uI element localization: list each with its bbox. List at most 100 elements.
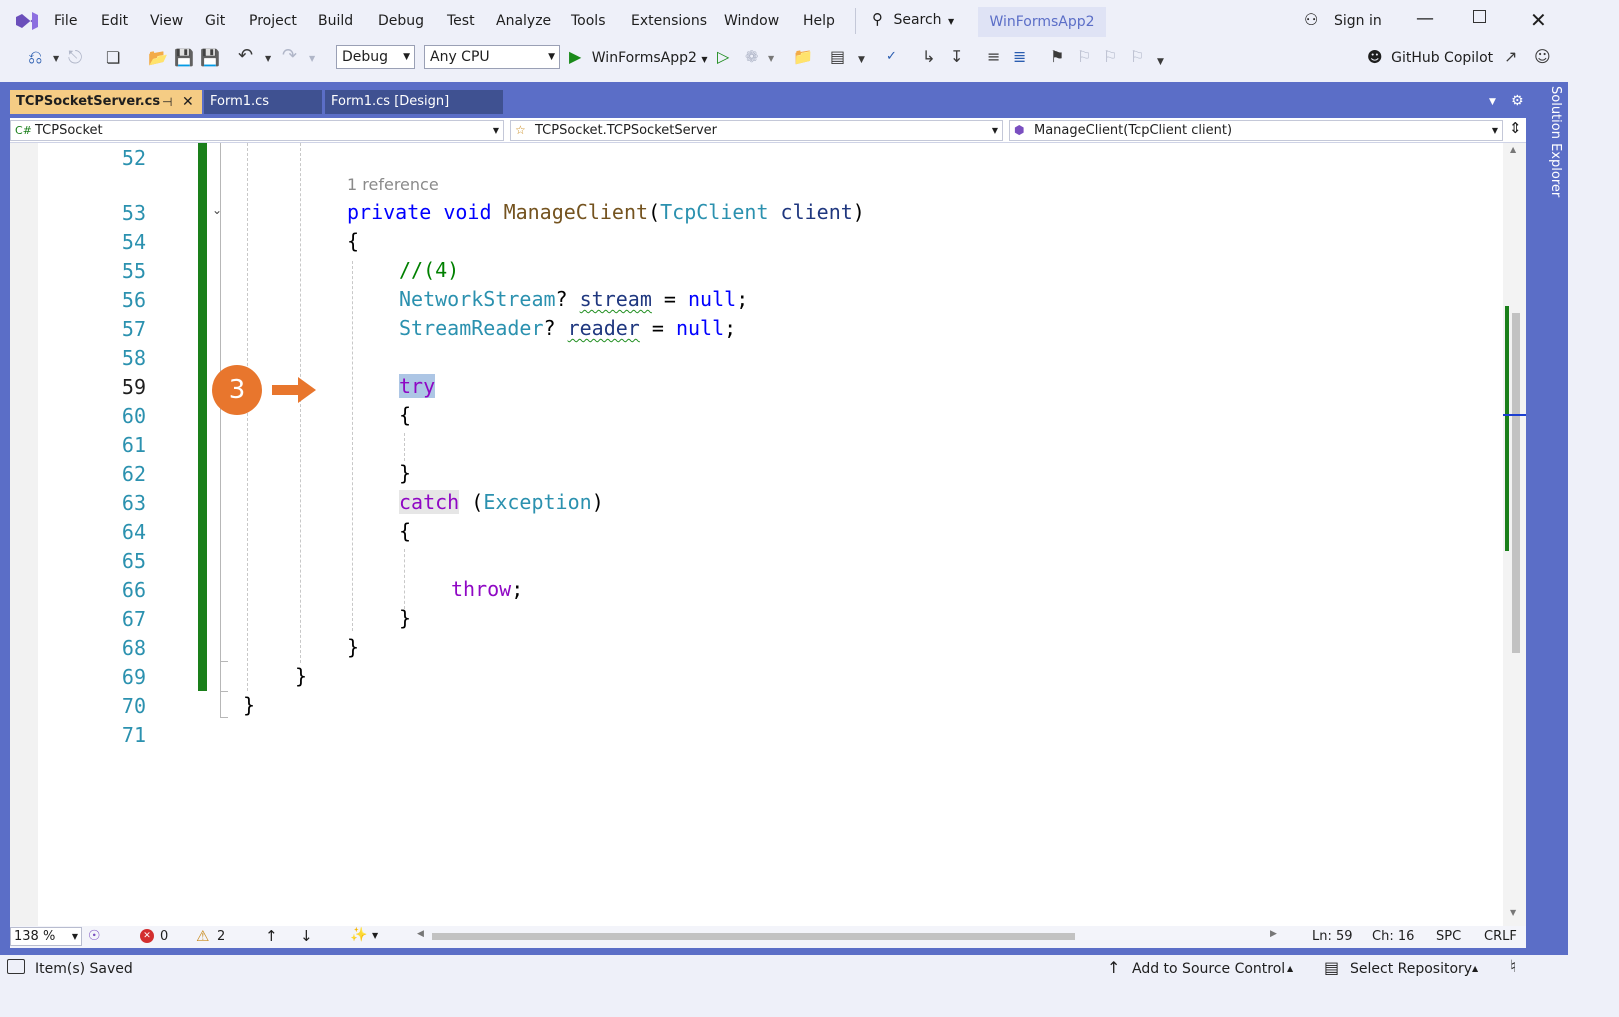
type-dropdown[interactable]: ☆ TCPSocket.TCPSocketServer ▼ (510, 120, 1003, 141)
solution-explorer-folder-icon[interactable]: 📁 (793, 47, 813, 67)
punctuation: ( (648, 200, 661, 224)
chevron-down-icon[interactable]: ▼ (265, 49, 271, 69)
chevron-down-icon[interactable]: ▼ (768, 49, 774, 69)
scroll-thumb[interactable] (1512, 313, 1520, 653)
search-button[interactable]: ⚲ Search ▼ (872, 10, 954, 34)
step-into-icon[interactable]: ↳ (922, 47, 935, 67)
spell-check-icon[interactable]: ✓ (886, 47, 897, 67)
menu-window[interactable]: Window (724, 13, 779, 29)
zoom-select[interactable]: 138 % ▼ (10, 927, 82, 946)
account-icon[interactable]: ⚇ (1304, 10, 1318, 29)
menu-tools[interactable]: Tools (571, 13, 606, 29)
menu-build[interactable]: Build (318, 13, 353, 29)
next-issue-icon[interactable]: ↓ (300, 927, 313, 945)
menu-test[interactable]: Test (447, 13, 475, 29)
bookmark-icon[interactable]: ⚑ (1050, 47, 1064, 67)
close-tab-icon[interactable]: ✕ (182, 90, 194, 114)
notifications-bell-icon[interactable]: ♮ (1510, 957, 1516, 977)
window-layout-icon[interactable]: ▤ (830, 47, 845, 67)
menu-edit[interactable]: Edit (101, 13, 128, 29)
solution-configuration-select[interactable]: Debug ▼ (336, 45, 415, 69)
add-to-source-control-button[interactable]: Add to Source Control (1132, 961, 1285, 977)
line-ending-indicator[interactable]: CRLF (1484, 929, 1517, 944)
menu-project[interactable]: Project (249, 13, 297, 29)
menu-git[interactable]: Git (205, 13, 225, 29)
comment-lines-icon[interactable]: ≡ (987, 47, 1000, 67)
visual-studio-logo-icon[interactable] (14, 10, 40, 32)
line-indicator[interactable]: Ln: 59 (1312, 929, 1353, 944)
menu-analyze[interactable]: Analyze (496, 13, 551, 29)
minimize-icon[interactable]: — (1416, 8, 1434, 29)
pin-icon[interactable]: ⊣ (162, 90, 172, 114)
redo-icon[interactable]: ↷ (282, 46, 297, 66)
horizontal-scroll-thumb[interactable] (432, 933, 1075, 940)
settings-gear-icon[interactable]: ⚙ (1511, 93, 1524, 109)
navigate-forward-icon[interactable]: ⎋ (68, 48, 82, 68)
status-bar: Item(s) Saved ↑ Add to Source Control ▲ … (0, 955, 1568, 985)
chevron-down-icon[interactable]: ▼ (1157, 52, 1164, 72)
menu-file[interactable]: File (54, 13, 77, 29)
solution-platform-select[interactable]: Any CPU ▼ (424, 45, 560, 69)
sign-in-link[interactable]: Sign in (1334, 13, 1382, 29)
chevron-down-icon[interactable]: ▼ (53, 49, 59, 69)
whitespace-indicator[interactable]: SPC (1436, 929, 1461, 944)
menu-view[interactable]: View (150, 13, 183, 29)
code-line-62: } (399, 461, 412, 485)
code-line-64: { (399, 519, 412, 543)
maximize-icon[interactable] (1473, 10, 1486, 23)
error-count[interactable]: 0 (160, 929, 168, 944)
chevron-up-icon[interactable]: ▲ (1287, 964, 1293, 973)
tab-overflow-chevron-icon[interactable]: ▼ (1489, 97, 1496, 107)
upload-arrow-icon[interactable]: ↑ (1107, 958, 1120, 977)
save-icon[interactable]: 💾 (174, 48, 194, 68)
open-folder-icon[interactable]: 📂 (148, 48, 168, 68)
column-indicator[interactable]: Ch: 16 (1372, 929, 1414, 944)
warning-icon[interactable]: ⚠ (196, 927, 209, 945)
undo-icon[interactable]: ↶ (238, 46, 253, 66)
tab-form1-cs[interactable]: Form1.cs (204, 90, 322, 114)
collapse-chevron-icon[interactable]: ⌄ (212, 203, 222, 217)
member-dropdown[interactable]: ⬢ ManageClient(TcpClient client) ▼ (1009, 120, 1503, 141)
menu-debug[interactable]: Debug (378, 13, 424, 29)
tab-form1-design[interactable]: Form1.cs [Design] (325, 90, 503, 114)
previous-issue-icon[interactable]: ↑ (265, 927, 278, 945)
chevron-up-icon[interactable]: ▲ (1472, 964, 1478, 973)
uncomment-lines-icon[interactable]: ≣ (1013, 47, 1026, 67)
repository-icon[interactable]: ▤ (1324, 958, 1339, 977)
menu-extensions[interactable]: Extensions (631, 13, 707, 29)
codelens-references[interactable]: 1 reference (347, 175, 439, 194)
next-bookmark-icon[interactable]: ⚐ (1103, 47, 1117, 67)
clear-bookmarks-icon[interactable]: ⚐ (1130, 47, 1144, 67)
share-icon[interactable]: ↗ (1504, 47, 1517, 67)
split-window-icon[interactable]: ⇕ (1509, 119, 1522, 137)
vertical-scrollbar[interactable]: ▲ ▼ (1503, 143, 1526, 926)
github-copilot-button[interactable]: ☻ GitHub Copilot (1367, 48, 1493, 72)
code-editor[interactable]: 52 53 54 55 56 57 58 59 60 61 62 63 64 6… (10, 143, 1503, 926)
start-debugging-button[interactable]: ▶ WinFormsApp2 ▼ (569, 47, 708, 71)
project-dropdown[interactable]: C# TCPSocket ▼ (10, 120, 504, 141)
warning-count[interactable]: 2 (217, 929, 225, 944)
error-icon[interactable]: ✕ (140, 929, 154, 943)
scroll-right-icon[interactable]: ▶ (1270, 929, 1277, 939)
save-all-icon[interactable]: 💾 (200, 48, 220, 68)
chevron-down-icon[interactable]: ▼ (309, 49, 315, 69)
chevron-down-icon[interactable]: ▼ (372, 931, 378, 940)
tab-tcpsocketserver[interactable]: TCPSocketServer.cs ⊣ ✕ (10, 90, 202, 114)
chevron-down-icon[interactable]: ▼ (858, 50, 865, 70)
intellicode-icon[interactable]: ☉ (88, 928, 101, 944)
close-icon[interactable]: ✕ (1530, 8, 1547, 32)
step-over-icon[interactable]: ↧ (950, 47, 963, 67)
code-cleanup-icon[interactable]: ✨ (350, 927, 367, 943)
scroll-left-icon[interactable]: ◀ (417, 929, 424, 939)
previous-bookmark-icon[interactable]: ⚐ (1077, 47, 1091, 67)
select-repository-button[interactable]: Select Repository (1350, 961, 1472, 977)
hot-reload-icon[interactable]: ❁ (745, 47, 758, 67)
scroll-down-icon[interactable]: ▼ (1510, 908, 1516, 917)
scroll-up-icon[interactable]: ▲ (1510, 145, 1516, 154)
solution-explorer-tab[interactable]: Solution Explorer (1537, 86, 1563, 206)
new-project-icon[interactable]: ❏ (106, 48, 120, 68)
menu-help[interactable]: Help (803, 13, 835, 29)
feedback-icon[interactable]: ☺ (1534, 47, 1551, 67)
start-without-debugging-icon[interactable]: ▷ (717, 47, 729, 67)
navigate-back-icon[interactable]: ⎌ (28, 48, 42, 68)
